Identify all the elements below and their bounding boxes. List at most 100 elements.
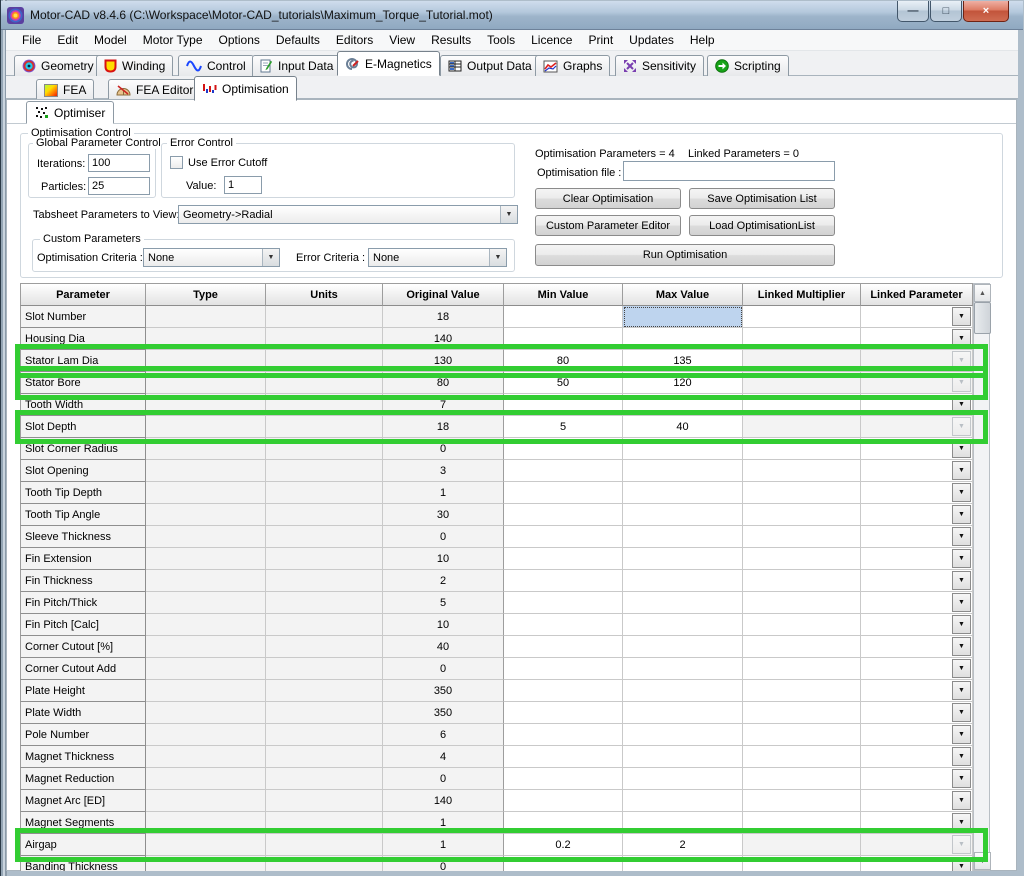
cell-linked-parameter[interactable]: ▼: [861, 416, 973, 438]
linked-parameter-dropdown-button[interactable]: ▼: [952, 373, 971, 392]
cell-linked-multiplier[interactable]: [743, 790, 861, 812]
menu-item[interactable]: Updates: [621, 31, 682, 49]
cell-min-value[interactable]: [504, 812, 623, 834]
tab-input-data[interactable]: Input Data: [252, 55, 341, 76]
cell-linked-multiplier[interactable]: [743, 548, 861, 570]
cell-min-value[interactable]: [504, 482, 623, 504]
header-original-value[interactable]: Original Value: [383, 283, 504, 306]
scroll-up-button[interactable]: ▲: [974, 284, 991, 302]
cell-linked-parameter[interactable]: ▼: [861, 768, 973, 790]
cell-max-value[interactable]: [623, 592, 743, 614]
cell-linked-multiplier[interactable]: [743, 592, 861, 614]
cell-min-value[interactable]: [504, 592, 623, 614]
cell-linked-multiplier[interactable]: [743, 306, 861, 328]
optimisation-file-input[interactable]: [623, 161, 835, 181]
tabsheet-parameters-combo[interactable]: Geometry->Radial ▼: [178, 205, 518, 224]
header-parameter[interactable]: Parameter: [20, 283, 146, 306]
cell-linked-parameter[interactable]: ▼: [861, 856, 973, 871]
cell-max-value[interactable]: [623, 548, 743, 570]
cell-max-value[interactable]: [623, 570, 743, 592]
particles-input[interactable]: [88, 177, 150, 195]
cell-linked-parameter[interactable]: ▼: [861, 790, 973, 812]
menu-item[interactable]: Editors: [328, 31, 381, 49]
header-type[interactable]: Type: [146, 283, 266, 306]
tab-sensitivity[interactable]: Sensitivity: [615, 55, 704, 76]
cell-linked-multiplier[interactable]: [743, 812, 861, 834]
linked-parameter-dropdown-button[interactable]: ▼: [952, 813, 971, 832]
cell-max-value[interactable]: [623, 504, 743, 526]
cell-max-value[interactable]: [623, 680, 743, 702]
cell-min-value[interactable]: [504, 526, 623, 548]
cell-linked-parameter[interactable]: ▼: [861, 746, 973, 768]
linked-parameter-dropdown-button[interactable]: ▼: [952, 527, 971, 546]
run-optimisation-button[interactable]: Run Optimisation: [535, 244, 835, 266]
cell-linked-multiplier[interactable]: [743, 416, 861, 438]
linked-parameter-dropdown-button[interactable]: ▼: [952, 835, 971, 854]
cell-min-value[interactable]: [504, 856, 623, 871]
tab-e-magnetics[interactable]: E-Magnetics: [337, 51, 440, 76]
cell-linked-parameter[interactable]: ▼: [861, 834, 973, 856]
menu-item[interactable]: Licence: [523, 31, 580, 49]
cell-min-value[interactable]: [504, 460, 623, 482]
header-linked-parameter[interactable]: Linked Parameter: [861, 283, 973, 306]
cell-max-value[interactable]: [623, 768, 743, 790]
linked-parameter-dropdown-button[interactable]: ▼: [952, 637, 971, 656]
cell-linked-multiplier[interactable]: [743, 438, 861, 460]
cell-max-value[interactable]: [623, 328, 743, 350]
cell-min-value[interactable]: [504, 614, 623, 636]
cell-min-value[interactable]: 50: [504, 372, 623, 394]
cell-max-value[interactable]: [623, 856, 743, 871]
cell-max-value[interactable]: [623, 614, 743, 636]
save-optimisation-list-button[interactable]: Save Optimisation List: [689, 188, 835, 209]
cell-min-value[interactable]: [504, 504, 623, 526]
menu-item[interactable]: Options: [211, 31, 268, 49]
cell-max-value[interactable]: [623, 526, 743, 548]
cell-linked-multiplier[interactable]: [743, 768, 861, 790]
linked-parameter-dropdown-button[interactable]: ▼: [952, 329, 971, 348]
load-optimisation-list-button[interactable]: Load OptimisationList: [689, 215, 835, 236]
cell-min-value[interactable]: [504, 746, 623, 768]
cell-linked-multiplier[interactable]: [743, 328, 861, 350]
linked-parameter-dropdown-button[interactable]: ▼: [952, 483, 971, 502]
cell-max-value[interactable]: 2: [623, 834, 743, 856]
cell-min-value[interactable]: [504, 724, 623, 746]
cell-min-value[interactable]: [504, 680, 623, 702]
linked-parameter-dropdown-button[interactable]: ▼: [952, 615, 971, 634]
custom-parameter-editor-button[interactable]: Custom Parameter Editor: [535, 215, 681, 236]
scrollbar-thumb[interactable]: [974, 302, 991, 334]
cell-linked-multiplier[interactable]: [743, 834, 861, 856]
header-min-value[interactable]: Min Value: [504, 283, 623, 306]
cell-linked-parameter[interactable]: ▼: [861, 504, 973, 526]
cell-linked-multiplier[interactable]: [743, 856, 861, 871]
cell-min-value[interactable]: [504, 570, 623, 592]
menu-item[interactable]: View: [381, 31, 423, 49]
cell-linked-parameter[interactable]: ▼: [861, 812, 973, 834]
tab-scripting[interactable]: Scripting: [707, 55, 789, 76]
cell-linked-parameter[interactable]: ▼: [861, 636, 973, 658]
maximize-button[interactable]: □: [930, 1, 962, 22]
table-scrollbar[interactable]: ▲ ▼: [973, 283, 990, 871]
cell-max-value[interactable]: [623, 306, 743, 328]
cell-min-value[interactable]: [504, 438, 623, 460]
cell-max-value[interactable]: [623, 812, 743, 834]
cell-linked-multiplier[interactable]: [743, 636, 861, 658]
cell-min-value[interactable]: [504, 768, 623, 790]
cell-min-value[interactable]: [504, 790, 623, 812]
cell-max-value[interactable]: [623, 790, 743, 812]
cell-linked-parameter[interactable]: ▼: [861, 702, 973, 724]
cell-linked-multiplier[interactable]: [743, 394, 861, 416]
cell-linked-parameter[interactable]: ▼: [861, 394, 973, 416]
linked-parameter-dropdown-button[interactable]: ▼: [952, 703, 971, 722]
cell-linked-parameter[interactable]: ▼: [861, 350, 973, 372]
cell-linked-multiplier[interactable]: [743, 680, 861, 702]
cell-linked-parameter[interactable]: ▼: [861, 372, 973, 394]
linked-parameter-dropdown-button[interactable]: ▼: [952, 439, 971, 458]
menu-item[interactable]: Model: [86, 31, 135, 49]
cell-linked-parameter[interactable]: ▼: [861, 592, 973, 614]
linked-parameter-dropdown-button[interactable]: ▼: [952, 571, 971, 590]
cell-max-value[interactable]: [623, 658, 743, 680]
error-value-input[interactable]: [224, 176, 262, 194]
cell-min-value[interactable]: [504, 306, 623, 328]
linked-parameter-dropdown-button[interactable]: ▼: [952, 549, 971, 568]
optimisation-criteria-combo[interactable]: None ▼: [143, 248, 280, 267]
